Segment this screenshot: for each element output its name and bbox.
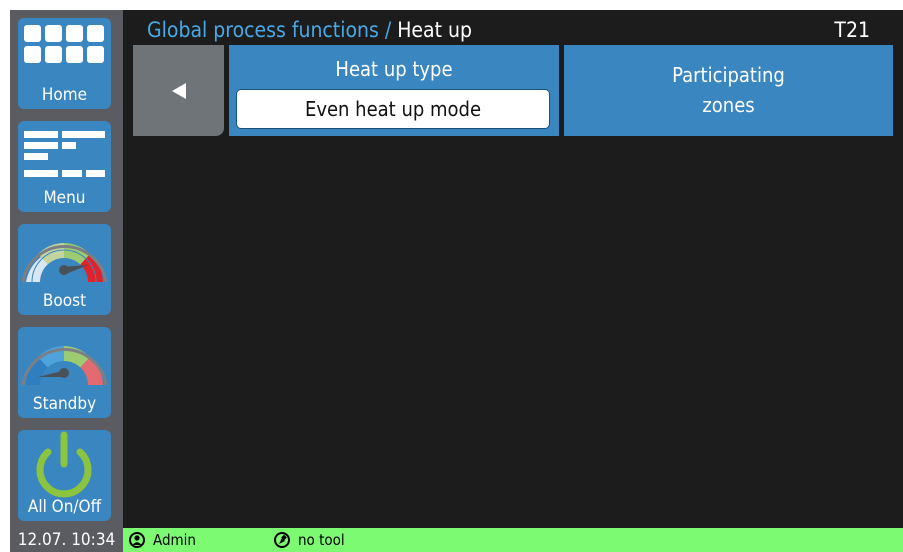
menu-label: Menu [43, 188, 86, 208]
tool-name: no tool [298, 531, 345, 549]
user-status[interactable]: Admin [129, 528, 196, 552]
page-title: Global process functions / Heat up [147, 18, 472, 42]
user-name: Admin [153, 531, 196, 549]
menu-list-icon [24, 131, 105, 177]
zones-label-line1: Participating [672, 63, 785, 87]
status-bar: 12.07. 10:34 Admin no tool [10, 528, 903, 552]
home-label: Home [41, 85, 88, 105]
user-icon [129, 531, 145, 548]
zones-label-line2: zones [702, 93, 755, 117]
gauge-standby-icon [21, 346, 108, 397]
boost-label: Boost [42, 291, 87, 311]
triangle-left-icon [172, 83, 186, 99]
standby-label: Standby [32, 394, 97, 414]
heat-up-type-label: Heat up type [335, 57, 453, 81]
participating-zones-button[interactable]: Participating zones [564, 45, 893, 136]
standby-button[interactable]: Standby [18, 327, 111, 418]
breadcrumb-separator: / [378, 18, 398, 42]
tool-id-label: T21 [834, 18, 870, 42]
all-on-off-label: All On/Off [27, 497, 102, 517]
home-button[interactable]: Home [18, 18, 111, 109]
current-page: Heat up [397, 18, 473, 42]
status-strip: Admin no tool [123, 528, 903, 552]
screen: Home Menu Boost Standby All On/Off Globa… [10, 10, 903, 552]
all-on-off-button[interactable]: All On/Off [18, 430, 111, 521]
back-button[interactable] [133, 45, 224, 136]
tool-icon [274, 531, 290, 548]
boost-button[interactable]: Boost [18, 224, 111, 315]
gauge-boost-icon [21, 243, 108, 294]
grid-icon [24, 25, 104, 63]
heat-up-mode-select[interactable]: Even heat up mode [236, 89, 550, 129]
heat-up-type-panel: Heat up type Even heat up mode [229, 45, 559, 136]
tool-status[interactable]: no tool [274, 528, 345, 552]
datetime: 12.07. 10:34 [10, 528, 123, 552]
sidebar: Home Menu Boost Standby All On/Off [10, 10, 123, 528]
breadcrumb[interactable]: Global process functions [147, 18, 379, 42]
menu-button[interactable]: Menu [18, 121, 111, 212]
power-icon [36, 431, 92, 498]
